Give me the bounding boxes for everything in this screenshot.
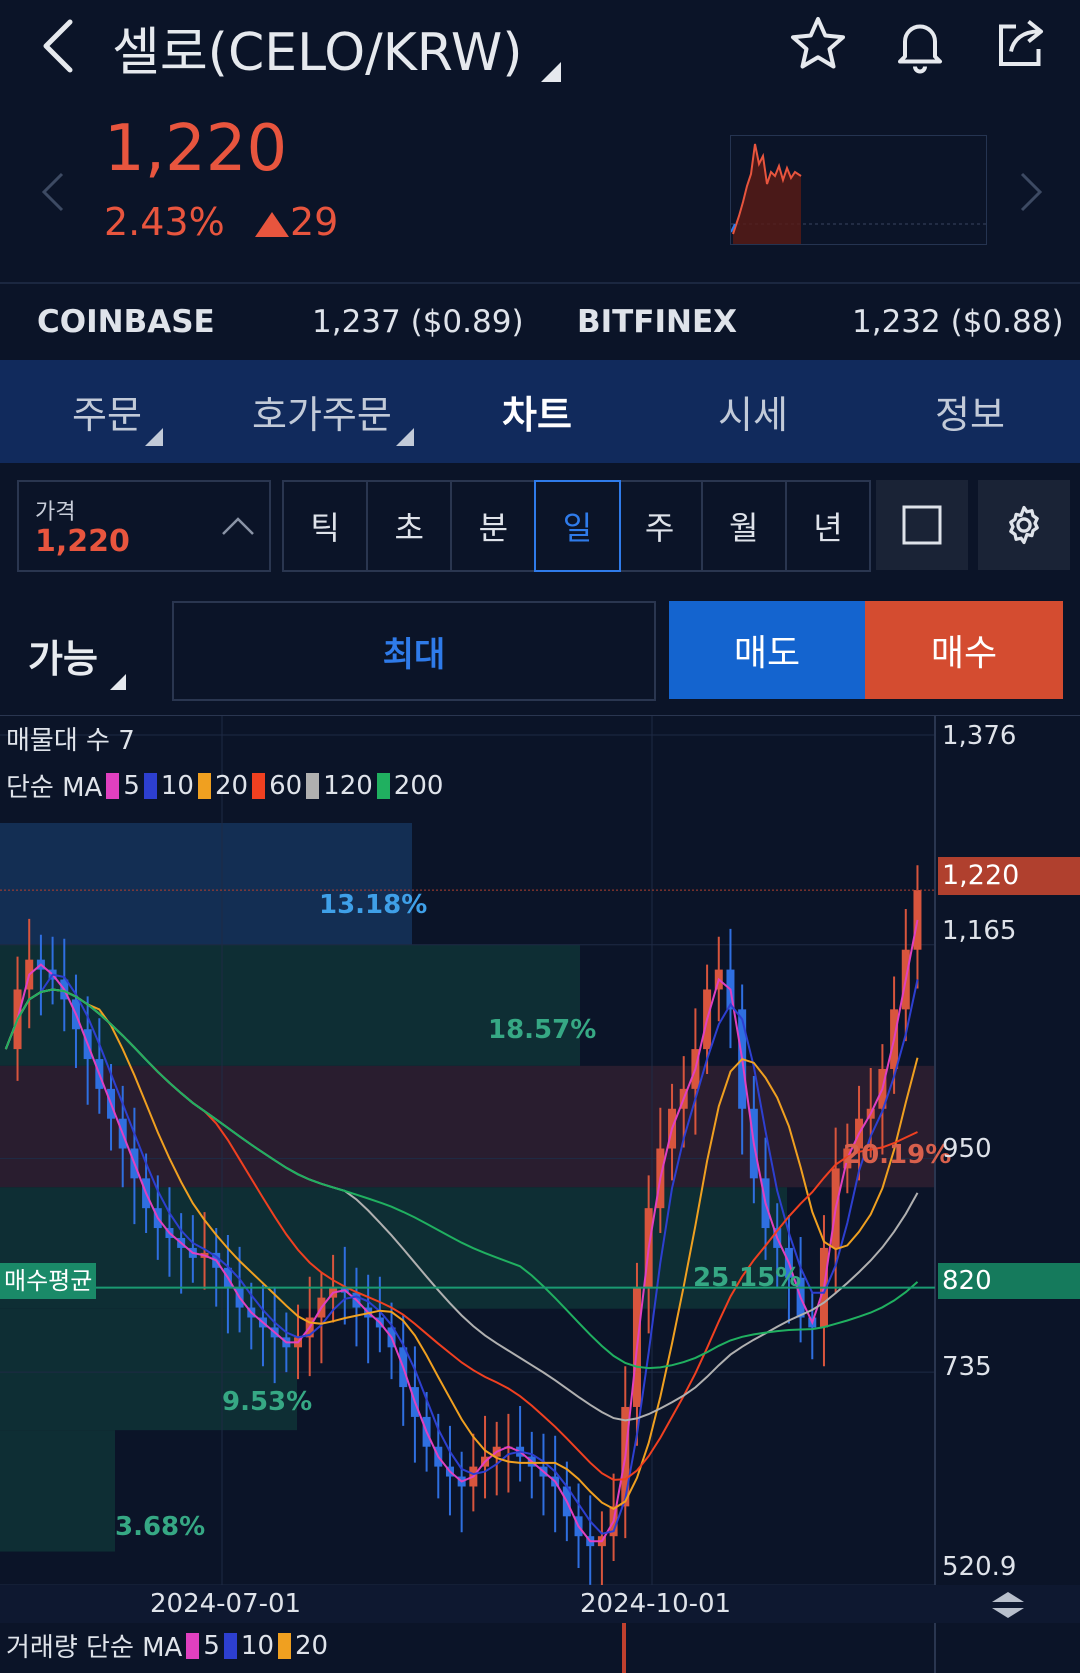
period-selector: 틱 초 분 일 주 월 년 [282, 480, 871, 572]
period-week[interactable]: 주 [619, 482, 703, 570]
tab-order[interactable]: 주문 [72, 384, 142, 439]
volume-profile-pct: 13.18% [319, 890, 428, 920]
exchange-price: 1,232 ($0.88) [852, 304, 1064, 340]
period-month[interactable]: 월 [703, 482, 787, 570]
volume-ma-period: 5 [203, 1630, 220, 1661]
tab-dropdown-icon [396, 428, 414, 446]
period-day[interactable]: 일 [534, 480, 621, 572]
main-tab-bar: 주문 호가주문 차트 시세 정보 [0, 360, 1080, 463]
gear-icon [1009, 505, 1039, 545]
ma-legend-swatch [106, 772, 120, 799]
exchange-name: COINBASE [37, 304, 215, 340]
volume-profile-pct: 9.53% [222, 1387, 313, 1417]
fullscreen-button[interactable] [876, 480, 968, 570]
period-minute[interactable]: 분 [452, 482, 537, 570]
ma-legend-period: 120 [323, 770, 373, 801]
volume-bar [622, 1623, 626, 1673]
ma-legend-period: 5 [123, 770, 140, 801]
volume-profile-band [0, 1065, 935, 1188]
ma-legend-period: 60 [269, 770, 303, 801]
period-year[interactable]: 년 [787, 482, 869, 570]
available-label[interactable]: 가능 [28, 628, 98, 683]
volume-ma-title: 거래량 단순 MA [6, 1633, 183, 1663]
y-axis-label: 950 [942, 1134, 992, 1164]
ma-legend-period: 20 [214, 770, 249, 801]
bell-icon[interactable] [890, 14, 950, 74]
next-coin-icon[interactable] [1018, 170, 1046, 214]
ma-legend-period: 10 [160, 770, 194, 801]
ma-legend-swatch [143, 772, 157, 799]
volume-ma-swatch [278, 1632, 291, 1659]
change-amount: 29 [290, 200, 339, 244]
tab-quote-order[interactable]: 호가주문 [252, 384, 392, 439]
header-bar: 셀로(CELO/KRW) [0, 0, 1080, 100]
price-selector-value: 1,220 [35, 524, 130, 559]
current-price: 1,220 [104, 112, 288, 186]
tab-market-price[interactable]: 시세 [718, 384, 788, 439]
max-amount-button[interactable]: 최대 [172, 601, 656, 701]
page-title[interactable]: 셀로(CELO/KRW) [112, 10, 523, 85]
volume-ma-period: 10 [240, 1630, 274, 1661]
volume-profile-pct: 25.15% [693, 1263, 802, 1293]
up-triangle-icon [255, 212, 289, 237]
volume-profile-band [0, 823, 412, 945]
ma-legend-swatch [197, 772, 211, 799]
mini-chart[interactable] [730, 135, 987, 245]
share-icon[interactable] [990, 14, 1052, 74]
ma-legend-swatch [306, 772, 320, 799]
ma-legend-period: 200 [393, 770, 444, 801]
ma-legend-swatch [252, 772, 266, 799]
back-icon[interactable] [40, 18, 76, 74]
settings-button[interactable] [978, 480, 1070, 570]
resize-handle-icon[interactable] [990, 1590, 1026, 1620]
exchange-price: 1,237 ($0.89) [312, 304, 524, 340]
volume-ma-swatch [223, 1632, 237, 1659]
volume-profile-pct: 18.57% [488, 1015, 597, 1045]
period-tick[interactable]: 틱 [284, 482, 369, 570]
exchange-price-bar: COINBASE 1,237 ($0.89) BITFINEX 1,232 ($… [0, 282, 1080, 362]
volume-profile-band [0, 1430, 115, 1552]
ma-legend: 단순 MA 5 10 20 60 120 200 [6, 767, 443, 804]
ma-legend-swatch [376, 772, 390, 799]
volume-ma-period: 20 [295, 1630, 329, 1661]
tab-chart[interactable]: 차트 [502, 384, 572, 439]
buy-button[interactable]: 매수 [865, 601, 1063, 699]
volume-ma-legend: 거래량 단순 MA 5 10 20 [6, 1627, 328, 1664]
sell-button[interactable]: 매도 [669, 601, 865, 699]
tab-info[interactable]: 정보 [935, 384, 1005, 439]
exchange-name: BITFINEX [577, 304, 738, 340]
chevron-up-icon [222, 517, 254, 535]
price-selector[interactable]: 가격 1,220 [17, 480, 271, 572]
y-axis-label: 520.9 [942, 1552, 1017, 1582]
avg-buy-price-tag: 820 [938, 1263, 1080, 1299]
y-axis-label: 1,165 [942, 916, 1017, 946]
volume-profile-pct: 3.68% [115, 1512, 206, 1542]
prev-coin-icon[interactable] [38, 170, 66, 214]
volume-ma-swatch [186, 1632, 200, 1659]
available-dropdown-icon [110, 674, 126, 690]
x-axis-label: 2024-07-01 [150, 1589, 302, 1619]
star-icon[interactable] [788, 14, 848, 74]
square-icon [902, 505, 942, 545]
period-second[interactable]: 초 [368, 482, 453, 570]
current-price-tag: 1,220 [938, 857, 1080, 895]
y-axis-label: 735 [942, 1352, 992, 1382]
candle-body [913, 890, 922, 950]
ma-legend-title: 단순 MA [6, 773, 103, 803]
tab-dropdown-icon [145, 428, 163, 446]
change-percent: 2.43% [104, 200, 225, 244]
volume-profile-label: 매물대 수 7 [6, 726, 135, 756]
volume-profile-pct: 20.19% [843, 1140, 952, 1170]
title-dropdown-icon[interactable] [541, 62, 561, 82]
avg-buy-tag: 매수평균 [0, 1263, 97, 1299]
x-axis-label: 2024-10-01 [580, 1589, 732, 1619]
price-selector-label: 가격 [35, 500, 76, 525]
y-axis-label: 1,376 [942, 721, 1017, 751]
